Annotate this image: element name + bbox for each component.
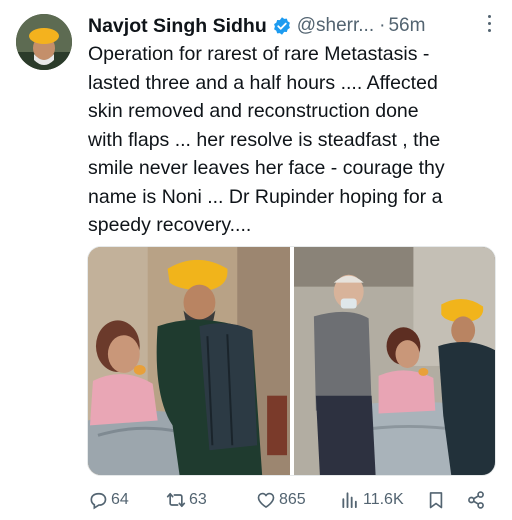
tweet-text-line: name is Noni ... Dr Rupinder hoping for … [88,185,443,208]
reply-count: 64 [111,491,129,508]
timestamp[interactable]: 56m [388,15,425,37]
bookmark-icon [429,492,443,509]
more-options-icon[interactable] [486,15,492,35]
tweet-text-line: skin removed and reconstruction done [88,100,419,122]
tweet-media [87,246,496,476]
tweet-text: Operation for rarest of rare Metastasis … [88,40,504,240]
like-count: 865 [279,491,306,508]
retweet-count: 63 [189,491,207,508]
reply-icon [90,492,107,510]
tweet-text-line: speedy recovery.... [88,214,252,236]
tweet-actions: 64 63 865 11.6K [88,486,498,514]
views-button[interactable]: 11.6K [340,486,404,514]
photo-right[interactable] [294,247,495,475]
tweet-text-line: Operation for rarest of rare Metastasis … [88,43,430,65]
reply-button[interactable]: 64 [88,486,129,514]
share-icon [468,491,484,509]
retweet-icon [166,492,186,508]
display-name[interactable]: Navjot Singh Sidhu [88,15,267,38]
photo-left[interactable] [88,247,290,475]
avatar[interactable] [16,14,72,70]
like-button[interactable]: 865 [256,486,306,514]
separator-dot: · [379,15,386,36]
tweet-text-line: with flaps ... her resolve is steadfast … [88,128,441,151]
handle[interactable]: @sherr... [297,15,374,37]
bookmark-button[interactable] [426,486,446,514]
tweet-text-line: smile never leaves her face - courage th… [88,157,445,179]
views-chart-icon [342,492,357,508]
retweet-button[interactable]: 63 [166,486,207,514]
views-count: 11.6K [363,491,404,508]
tweet-header: Navjot Singh Sidhu @sherr... · 56m [88,11,498,41]
heart-icon [257,492,275,508]
verified-badge-icon [273,17,290,35]
tweet-text-line: lasted three and a half hours .... Affec… [88,71,438,94]
share-button[interactable] [466,486,486,514]
